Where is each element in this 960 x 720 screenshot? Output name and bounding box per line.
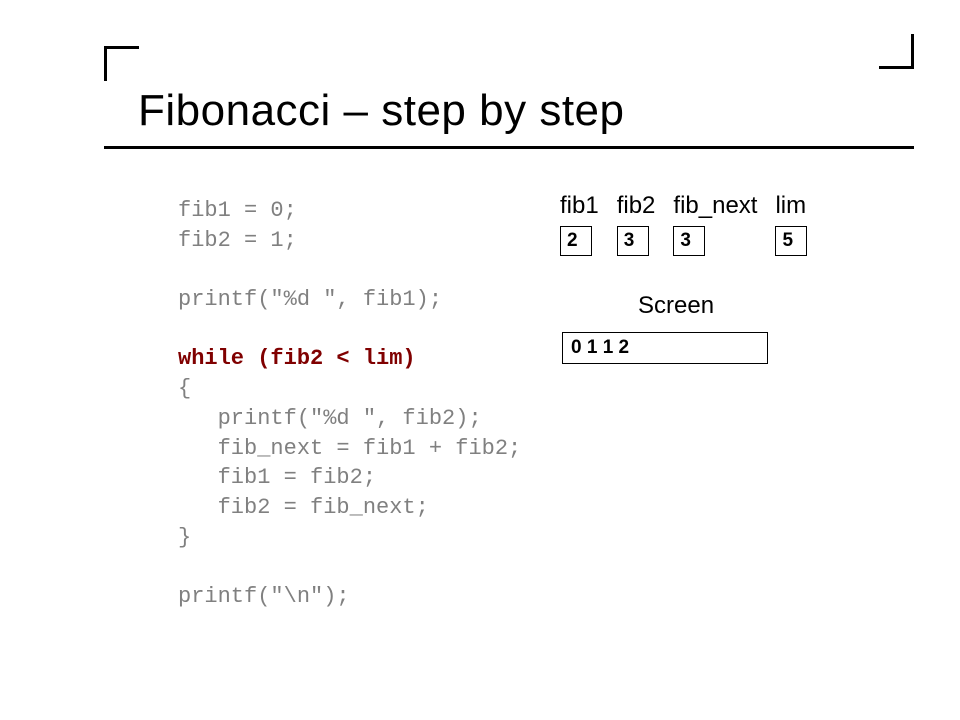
var-label: lim [775,192,806,220]
code-line: } [178,525,191,550]
title-underline [104,146,914,149]
screen-label: Screen [638,292,714,320]
var-value-box: 3 [617,226,649,256]
slide-title: Fibonacci – step by step [138,86,624,136]
code-line: fib_next = fib1 + fib2; [178,436,521,461]
var-value-box: 5 [775,226,807,256]
slide: Fibonacci – step by step fib1 = 0; fib2 … [0,0,960,720]
var-label: fib2 [617,192,656,220]
code-block: fib1 = 0; fib2 = 1; printf("%d ", fib1);… [178,196,521,612]
code-line: { [178,376,191,401]
var-label: fib_next [673,192,757,220]
var-fib-next: fib_next 3 [673,192,757,256]
variable-table: fib1 2 fib2 3 fib_next 3 lim 5 [560,192,807,256]
code-line: fib1 = 0; [178,198,297,223]
code-line: printf("%d ", fib2); [178,406,482,431]
code-line: printf("\n"); [178,584,350,609]
var-value-box: 2 [560,226,592,256]
decor-corner-bottom-right [879,34,914,69]
screen-output-box: 0 1 1 2 [562,332,768,364]
var-fib2: fib2 3 [617,192,656,256]
code-line: fib2 = 1; [178,228,297,253]
var-fib1: fib1 2 [560,192,599,256]
var-lim: lim 5 [775,192,807,256]
var-value-box: 3 [673,226,705,256]
var-label: fib1 [560,192,599,220]
code-line: fib2 = fib_next; [178,495,429,520]
code-line: fib1 = fib2; [178,465,376,490]
code-line: printf("%d ", fib1); [178,287,442,312]
decor-corner-top-left [104,46,139,81]
code-line-highlight: while (fib2 < lim) [178,346,416,371]
